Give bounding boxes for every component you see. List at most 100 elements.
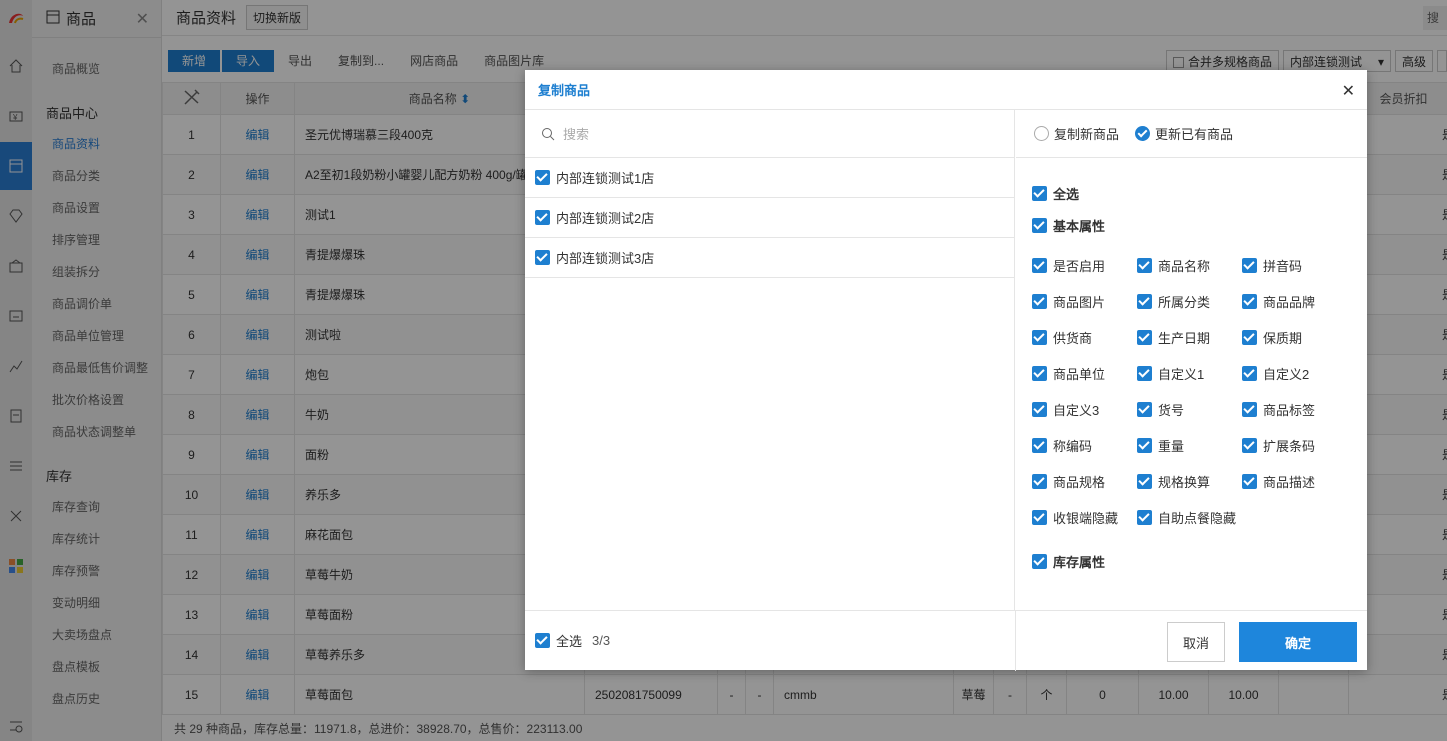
attribute-checkbox[interactable]: 自定义1 bbox=[1137, 364, 1204, 383]
attribute-label: 自助点餐隐藏 bbox=[1158, 511, 1237, 526]
checkbox-checked-icon bbox=[1032, 554, 1047, 569]
store-search-field[interactable]: 搜索 bbox=[525, 110, 1014, 158]
attribute-label: 货号 bbox=[1158, 403, 1185, 418]
basic-attrs-checkbox[interactable]: 基本属性 bbox=[1032, 216, 1105, 235]
attribute-checkbox[interactable]: 重量 bbox=[1137, 436, 1184, 455]
store-list-item[interactable]: 内部连锁测试2店 bbox=[525, 198, 1014, 238]
attribute-checkbox[interactable]: 拼音码 bbox=[1242, 256, 1302, 275]
attribute-label: 自定义2 bbox=[1263, 367, 1310, 382]
attribute-checkbox[interactable]: 商品描述 bbox=[1242, 472, 1315, 491]
attribute-checkbox[interactable]: 商品品牌 bbox=[1242, 292, 1315, 311]
attribute-checkbox[interactable]: 称编码 bbox=[1032, 436, 1092, 455]
checkbox-checked-icon bbox=[1242, 258, 1257, 273]
stock-attrs-label: 库存属性 bbox=[1053, 555, 1106, 570]
attribute-label: 重量 bbox=[1158, 439, 1185, 454]
basic-attrs-label: 基本属性 bbox=[1053, 219, 1106, 234]
confirm-button[interactable]: 确定 bbox=[1239, 622, 1357, 662]
checkbox-checked-icon bbox=[1032, 258, 1047, 273]
attribute-checkbox[interactable]: 货号 bbox=[1137, 400, 1184, 419]
radio-checked-icon bbox=[1135, 126, 1151, 141]
checkbox-checked-icon bbox=[1032, 218, 1047, 233]
copy-mode-group: 复制新商品 更新已有商品 bbox=[1016, 110, 1367, 158]
attribute-label: 所属分类 bbox=[1158, 295, 1211, 310]
checkbox-checked-icon bbox=[1032, 510, 1047, 525]
checkbox-checked-icon bbox=[1032, 438, 1047, 453]
select-all-stores-label: 全选 bbox=[556, 634, 583, 649]
attribute-label: 商品规格 bbox=[1053, 475, 1106, 490]
attribute-checkbox[interactable]: 自助点餐隐藏 bbox=[1137, 508, 1236, 527]
attribute-label: 生产日期 bbox=[1158, 331, 1211, 346]
attribute-checkbox[interactable]: 商品单位 bbox=[1032, 364, 1105, 383]
attribute-checkbox[interactable]: 收银端隐藏 bbox=[1032, 508, 1118, 527]
store-name: 内部连锁测试3店 bbox=[556, 251, 655, 266]
mode-copy-new-label: 复制新商品 bbox=[1054, 127, 1120, 142]
stock-attrs-checkbox[interactable]: 库存属性 bbox=[1032, 552, 1105, 571]
checkbox-checked-icon bbox=[1137, 258, 1152, 273]
select-all-label: 全选 bbox=[1053, 187, 1080, 202]
checkbox-checked-icon bbox=[1242, 366, 1257, 381]
attribute-checkbox[interactable]: 商品名称 bbox=[1137, 256, 1210, 275]
checkbox-checked-icon bbox=[1137, 294, 1152, 309]
attribute-checkbox[interactable]: 自定义2 bbox=[1242, 364, 1309, 383]
attribute-label: 商品单位 bbox=[1053, 367, 1106, 382]
checkbox-checked-icon[interactable] bbox=[535, 170, 550, 185]
checkbox-checked-icon[interactable] bbox=[535, 210, 550, 225]
checkbox-checked-icon bbox=[1242, 474, 1257, 489]
store-list-item[interactable]: 内部连锁测试1店 bbox=[525, 158, 1014, 198]
checkbox-checked-icon bbox=[1032, 186, 1047, 201]
select-all-attrs-checkbox[interactable]: 全选 bbox=[1032, 184, 1079, 203]
attribute-label: 自定义1 bbox=[1158, 367, 1205, 382]
attribute-checkbox[interactable]: 商品标签 bbox=[1242, 400, 1315, 419]
checkbox-checked-icon bbox=[1242, 438, 1257, 453]
attribute-label: 拼音码 bbox=[1263, 259, 1303, 274]
mode-copy-new-radio[interactable]: 复制新商品 bbox=[1034, 124, 1119, 143]
attribute-checkbox[interactable]: 所属分类 bbox=[1137, 292, 1210, 311]
checkbox-checked-icon bbox=[1032, 402, 1047, 417]
attribute-label: 商品标签 bbox=[1263, 403, 1316, 418]
checkbox-checked-icon bbox=[1242, 402, 1257, 417]
attribute-checkbox[interactable]: 保质期 bbox=[1242, 328, 1302, 347]
attribute-label: 商品图片 bbox=[1053, 295, 1106, 310]
checkbox-checked-icon bbox=[1137, 510, 1152, 525]
attribute-checkbox[interactable]: 生产日期 bbox=[1137, 328, 1210, 347]
attribute-checkbox[interactable]: 规格换算 bbox=[1137, 472, 1210, 491]
checkbox-checked-icon bbox=[1137, 474, 1152, 489]
attribute-checkbox[interactable]: 是否启用 bbox=[1032, 256, 1105, 275]
search-icon bbox=[542, 127, 555, 140]
attribute-label: 规格换算 bbox=[1158, 475, 1211, 490]
checkbox-checked-icon[interactable] bbox=[535, 250, 550, 265]
close-icon[interactable]: ✕ bbox=[1342, 81, 1355, 101]
attribute-label: 扩展条码 bbox=[1263, 439, 1316, 454]
attribute-checkbox[interactable]: 自定义3 bbox=[1032, 400, 1099, 419]
attribute-checkbox[interactable]: 扩展条码 bbox=[1242, 436, 1315, 455]
attribute-label: 保质期 bbox=[1263, 331, 1303, 346]
mode-update-radio[interactable]: 更新已有商品 bbox=[1135, 124, 1233, 143]
checkbox-checked-icon bbox=[1137, 330, 1152, 345]
checkbox-checked-icon bbox=[1137, 402, 1152, 417]
checkbox-checked-icon bbox=[1137, 438, 1152, 453]
attribute-checkbox[interactable]: 供货商 bbox=[1032, 328, 1092, 347]
checkbox-checked-icon bbox=[1032, 330, 1047, 345]
attribute-label: 是否启用 bbox=[1053, 259, 1106, 274]
cancel-button[interactable]: 取消 bbox=[1167, 622, 1225, 662]
attribute-label: 称编码 bbox=[1053, 439, 1093, 454]
attribute-label: 供货商 bbox=[1053, 331, 1093, 346]
attribute-label: 商品品牌 bbox=[1263, 295, 1316, 310]
store-list-item[interactable]: 内部连锁测试3店 bbox=[525, 238, 1014, 278]
radio-icon bbox=[1034, 126, 1049, 141]
dialog-header: 复制商品 ✕ bbox=[525, 70, 1367, 110]
dialog-title: 复制商品 bbox=[538, 83, 591, 98]
store-name: 内部连锁测试2店 bbox=[556, 211, 655, 226]
attribute-checkbox[interactable]: 商品规格 bbox=[1032, 472, 1105, 491]
store-search-placeholder: 搜索 bbox=[563, 127, 590, 142]
attribute-label: 商品名称 bbox=[1158, 259, 1211, 274]
attribute-panel: 复制新商品 更新已有商品 全选 基本属性 是否启用 商品名称 拼音码商品图片 所属分类… bbox=[1016, 110, 1367, 610]
mode-update-label: 更新已有商品 bbox=[1155, 127, 1234, 142]
attribute-checkbox[interactable]: 商品图片 bbox=[1032, 292, 1105, 311]
copy-goods-dialog: 复制商品 ✕ 搜索 内部连锁测试1店 内部连锁测试2店 内部连锁测试3店 复制新… bbox=[525, 70, 1367, 671]
checkbox-checked-icon bbox=[1032, 366, 1047, 381]
attribute-label: 收银端隐藏 bbox=[1053, 511, 1119, 526]
select-all-stores-checkbox[interactable]: 全选 3/3 bbox=[535, 631, 610, 650]
store-name: 内部连锁测试1店 bbox=[556, 171, 655, 186]
checkbox-checked-icon bbox=[535, 633, 550, 648]
